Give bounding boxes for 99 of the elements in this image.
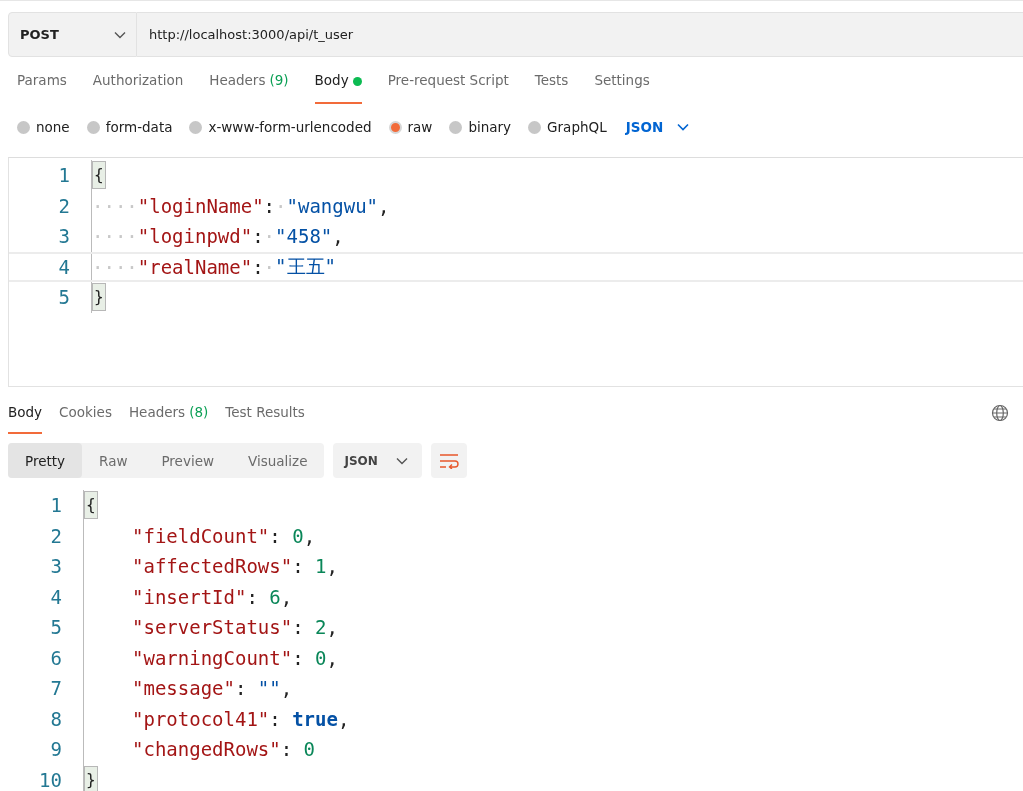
wrap-icon — [438, 452, 459, 469]
json-number: 6 — [269, 585, 281, 608]
request-tab[interactable]: Params — [17, 72, 67, 102]
bracket-text: { — [84, 491, 98, 520]
whitespace-dots: ···· — [92, 255, 138, 278]
json-number: 2 — [315, 616, 327, 639]
json-number: 0 — [315, 646, 327, 669]
json-key: "loginpwd" — [137, 225, 253, 248]
request-tab[interactable]: Settings — [594, 72, 650, 102]
json-punctuation: : — [263, 194, 276, 217]
json-key: "warningCount" — [132, 646, 293, 669]
response-format-dropdown[interactable]: JSON — [333, 443, 422, 478]
whitespace-dots: ···· — [92, 194, 138, 217]
json-key: "serverStatus" — [132, 616, 293, 639]
json-punctuation: , — [326, 555, 338, 578]
view-mode-tab[interactable]: Pretty — [8, 443, 83, 478]
json-punctuation: : — [280, 738, 294, 761]
request-tab[interactable]: Pre-request Script — [387, 72, 509, 102]
globe-icon[interactable] — [991, 404, 1009, 422]
json-punctuation: : — [292, 646, 305, 669]
json-key: "changedRows" — [132, 738, 281, 761]
wrap-lines-button[interactable] — [430, 443, 467, 478]
line-number: 9 — [49, 738, 62, 761]
line-number: 3 — [49, 555, 62, 578]
line-number: 2 — [57, 194, 70, 217]
view-mode-tab[interactable]: Visualize — [231, 443, 325, 478]
json-punctuation: , — [280, 585, 293, 608]
body-type-radio[interactable]: x-www-form-urlencoded — [189, 119, 372, 135]
response-tab[interactable]: Cookies — [59, 404, 112, 432]
json-string: "" — [257, 677, 281, 700]
line-number: 10 — [38, 768, 62, 791]
json-key: "fieldCount" — [132, 524, 270, 547]
request-tab[interactable]: Headers (9) — [209, 72, 289, 102]
request-tab[interactable]: Tests — [534, 72, 569, 102]
request-tab[interactable]: Body — [314, 72, 362, 104]
json-number: 0 — [292, 524, 304, 547]
line-number: 4 — [57, 255, 70, 278]
view-mode-tab[interactable]: Raw — [82, 443, 145, 478]
response-tab[interactable]: Headers (8) — [128, 404, 209, 432]
line-number: 6 — [49, 646, 62, 669]
format-dropdown[interactable]: JSON — [625, 119, 690, 135]
json-string: "458" — [275, 225, 333, 248]
line-number: 5 — [57, 286, 70, 309]
whitespace-dots: · — [275, 194, 287, 217]
line-number: 3 — [57, 225, 70, 248]
response-tab[interactable]: Test Results — [225, 404, 305, 432]
response-tab[interactable]: Body — [8, 404, 43, 434]
json-punctuation: : — [252, 225, 264, 248]
json-number: 1 — [315, 555, 327, 578]
line-number: 1 — [49, 494, 62, 517]
json-punctuation: , — [326, 616, 338, 639]
chevron-down-icon — [395, 456, 408, 465]
json-punctuation: : — [252, 255, 264, 278]
chevron-down-icon — [114, 30, 126, 39]
json-punctuation: , — [337, 707, 350, 730]
json-key: "affectedRows" — [132, 555, 293, 578]
bracket-text: } — [92, 283, 106, 312]
json-string: "wangwu" — [286, 194, 379, 217]
json-number: 0 — [303, 738, 316, 761]
json-punctuation: : — [292, 616, 305, 639]
line-number: 1 — [57, 164, 70, 187]
body-type-radio[interactable]: none — [17, 119, 70, 135]
json-key: "realName" — [137, 255, 253, 278]
body-type-radio[interactable]: binary — [449, 119, 512, 135]
json-boolean: true — [292, 707, 338, 730]
json-key: "loginName" — [137, 194, 264, 217]
json-punctuation: , — [378, 194, 390, 217]
json-punctuation: , — [280, 677, 293, 700]
line-number: 4 — [49, 585, 62, 608]
json-punctuation: , — [332, 225, 344, 248]
json-punctuation: , — [326, 646, 338, 669]
bracket-text: } — [84, 765, 98, 791]
url-field[interactable]: http://localhost:3000/api/t_user — [137, 12, 1023, 57]
json-punctuation: : — [234, 677, 248, 700]
json-key: "insertId" — [132, 585, 247, 608]
request-body-editor[interactable]: 1 { 2 ····"loginName":·"wangwu", 3 ····"loginpwd":·"458", 4 ····"realName":·"王五" 5 } — [8, 157, 1023, 387]
whitespace-dots: · — [263, 225, 276, 248]
chevron-down-icon — [677, 123, 690, 131]
method-dropdown[interactable]: POST — [8, 12, 137, 57]
request-tab[interactable]: Authorization — [92, 72, 184, 102]
json-key: "message" — [132, 677, 235, 700]
json-punctuation: : — [269, 707, 282, 730]
body-type-radio[interactable]: GraphQL — [528, 119, 607, 135]
whitespace-dots: · — [263, 255, 276, 278]
view-mode-tab[interactable]: Preview — [144, 443, 231, 478]
body-type-radio[interactable]: form-data — [86, 119, 173, 135]
json-punctuation: : — [246, 585, 259, 608]
body-type-radio[interactable]: raw — [388, 119, 433, 135]
bracket-text: { — [92, 161, 106, 190]
line-number: 2 — [49, 524, 62, 547]
line-number: 8 — [49, 707, 62, 730]
whitespace-dots: ···· — [92, 225, 138, 248]
line-number: 5 — [49, 616, 62, 639]
json-string: "王五" — [275, 253, 336, 279]
json-punctuation: , — [303, 524, 316, 547]
json-punctuation: : — [269, 524, 282, 547]
line-number: 7 — [49, 677, 62, 700]
json-punctuation: : — [292, 555, 305, 578]
json-key: "protocol41" — [132, 707, 270, 730]
